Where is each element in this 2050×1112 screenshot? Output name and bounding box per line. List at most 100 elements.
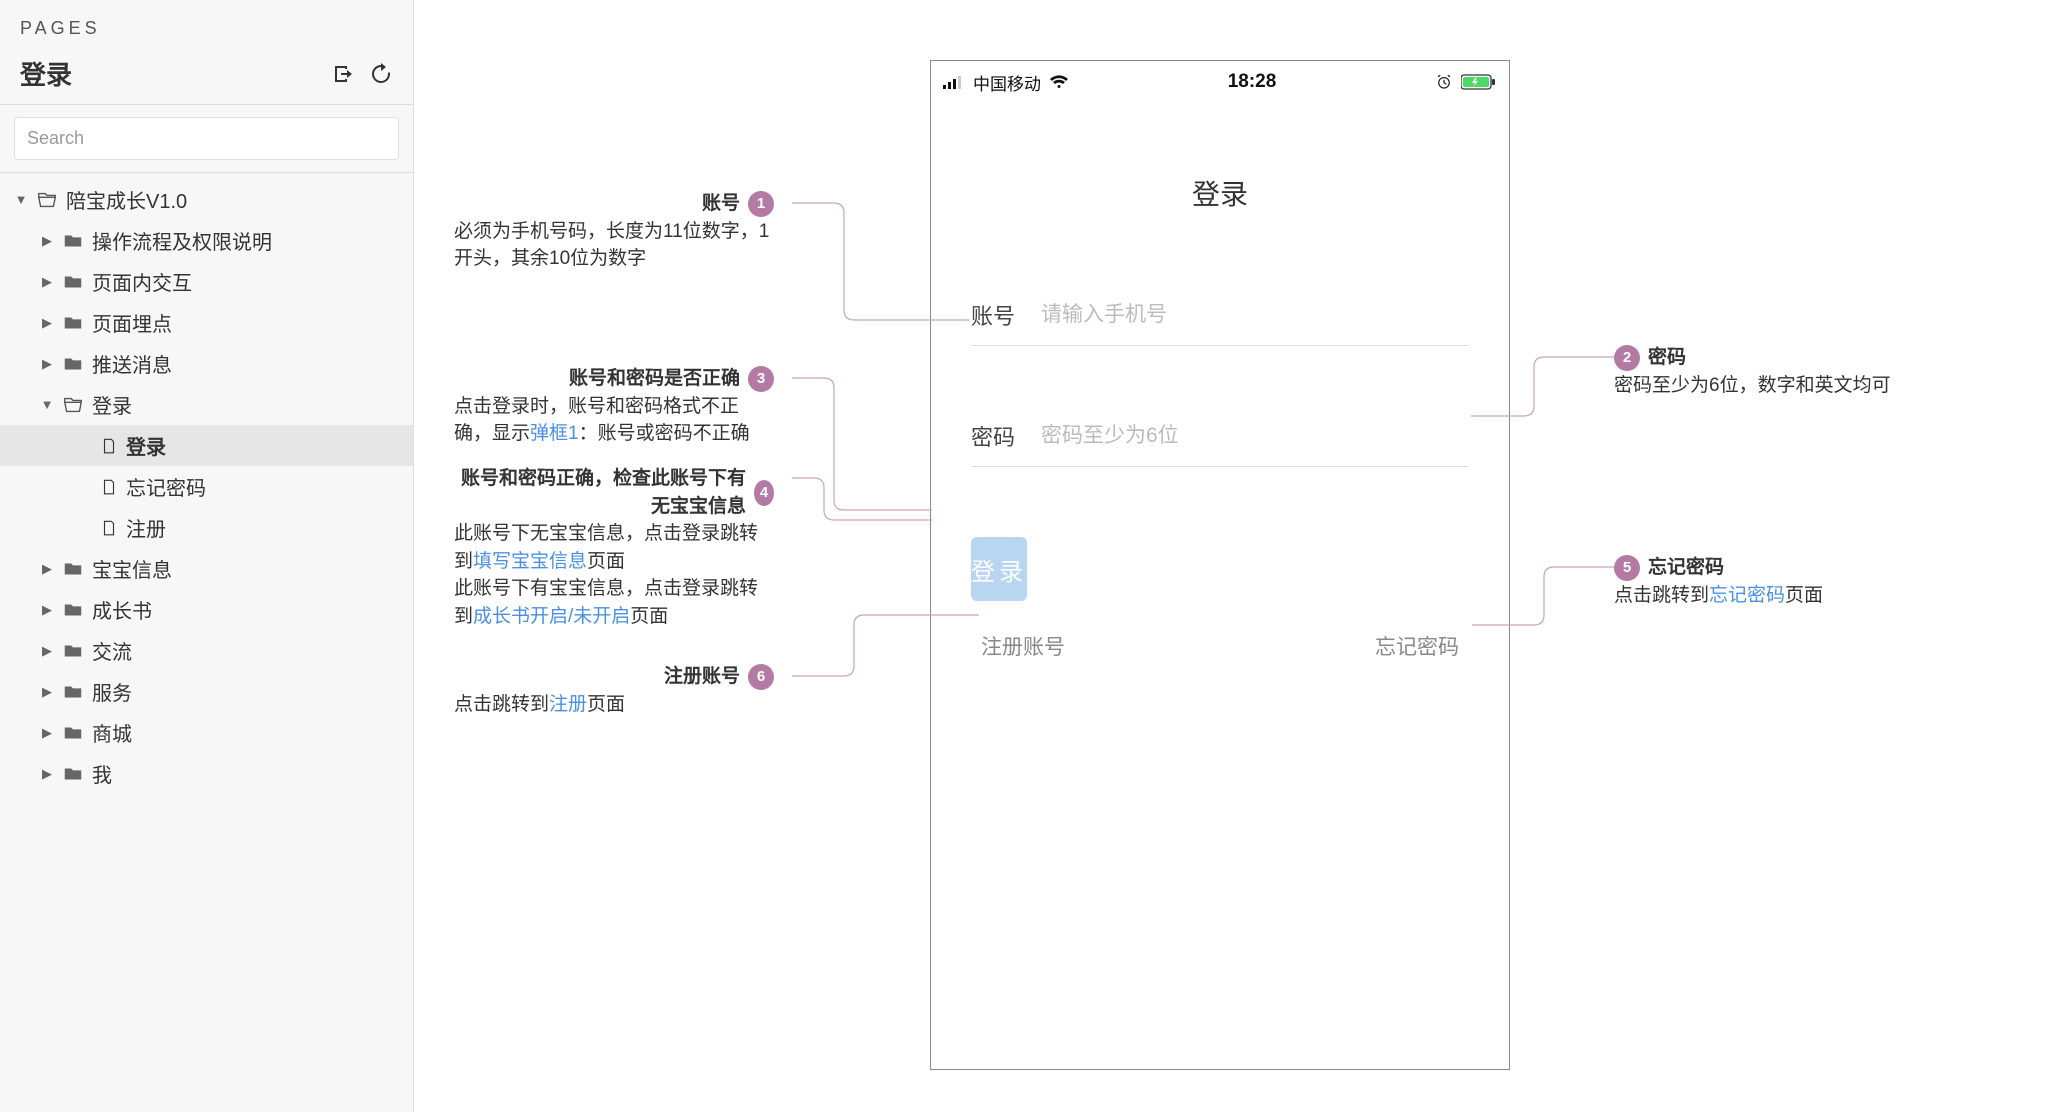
chevron-right-icon[interactable] bbox=[40, 643, 54, 659]
annotation-badge: 3 bbox=[748, 366, 774, 392]
annotation-badge: 2 bbox=[1614, 345, 1640, 371]
annotation-title: 账号和密码正确，检查此账号下有无宝宝信息 bbox=[454, 465, 746, 520]
tree-item[interactable]: 操作流程及权限说明 bbox=[0, 220, 413, 261]
tree-label: 推送消息 bbox=[92, 349, 172, 378]
annotation-link[interactable]: 忘记密码 bbox=[1709, 585, 1785, 606]
export-icon[interactable] bbox=[331, 62, 355, 86]
folder-icon bbox=[62, 558, 84, 580]
folder-open-icon bbox=[62, 394, 84, 416]
tree-label: 登录 bbox=[126, 431, 166, 460]
tree-item-register-page[interactable]: 注册 bbox=[0, 507, 413, 548]
tree-label: 商城 bbox=[92, 718, 132, 747]
annotation-body: 必须为手机号码，长度为11位数字，1开头，其余10位为数字 bbox=[454, 218, 774, 273]
password-label: 密码 bbox=[971, 420, 1041, 452]
chevron-right-icon[interactable] bbox=[40, 684, 54, 700]
annotation-1: 账号 1 必须为手机号码，长度为11位数字，1开头，其余10位为数字 bbox=[454, 190, 774, 273]
chevron-right-icon[interactable] bbox=[40, 561, 54, 577]
chevron-right-icon[interactable] bbox=[40, 315, 54, 331]
tree-item[interactable]: 我 bbox=[0, 753, 413, 794]
annotation-4: 账号和密码正确，检查此账号下有无宝宝信息 4 此账号下无宝宝信息，点击登录跳转到… bbox=[454, 465, 774, 630]
alarm-icon bbox=[1435, 73, 1453, 91]
folder-icon bbox=[62, 722, 84, 744]
annotation-badge: 6 bbox=[748, 664, 774, 690]
annotation-link[interactable]: 注册 bbox=[549, 694, 587, 715]
chevron-down-icon[interactable] bbox=[40, 397, 54, 412]
tree-item-login-page[interactable]: 登录 bbox=[0, 425, 413, 466]
chevron-down-icon[interactable] bbox=[14, 192, 28, 207]
register-link[interactable]: 注册账号 bbox=[981, 631, 1065, 661]
tree-item[interactable]: 服务 bbox=[0, 671, 413, 712]
password-input[interactable] bbox=[1041, 424, 1469, 448]
chevron-right-icon[interactable] bbox=[40, 602, 54, 618]
tree-label: 我 bbox=[92, 759, 112, 788]
tree-label: 陪宝成长V1.0 bbox=[66, 185, 187, 214]
password-field: 密码 bbox=[971, 406, 1469, 467]
annotation-link[interactable]: 成长书开启/未开启 bbox=[473, 606, 630, 627]
folder-open-icon bbox=[36, 189, 58, 211]
phone-frame: 中国移动 18:28 登录 账号 密码 登录 bbox=[930, 60, 1510, 1070]
tree-label: 忘记密码 bbox=[126, 472, 206, 501]
tree-item[interactable]: 商城 bbox=[0, 712, 413, 753]
tree-root[interactable]: 陪宝成长V1.0 bbox=[0, 179, 413, 220]
annotation-title: 密码 bbox=[1648, 344, 1686, 372]
annotation-link[interactable]: 弹框1 bbox=[530, 423, 579, 444]
chevron-right-icon[interactable] bbox=[40, 725, 54, 741]
folder-icon bbox=[62, 640, 84, 662]
tree-label: 成长书 bbox=[92, 595, 152, 624]
tree-label: 登录 bbox=[92, 390, 132, 419]
login-title: 登录 bbox=[931, 173, 1509, 213]
annotation-title: 账号 bbox=[702, 190, 740, 218]
page-icon bbox=[100, 478, 118, 496]
annotation-body: 点击跳转到注册页面 bbox=[454, 691, 774, 719]
tree-item[interactable]: 页面内交互 bbox=[0, 261, 413, 302]
tree-label: 服务 bbox=[92, 677, 132, 706]
forgot-link[interactable]: 忘记密码 bbox=[1375, 631, 1459, 661]
annotation-6: 注册账号 6 点击跳转到注册页面 bbox=[454, 663, 774, 718]
status-time: 18:28 bbox=[1228, 71, 1277, 93]
chevron-right-icon[interactable] bbox=[40, 274, 54, 290]
tree-label: 页面埋点 bbox=[92, 308, 172, 337]
annotation-title: 注册账号 bbox=[664, 663, 740, 691]
account-field: 账号 bbox=[971, 285, 1469, 346]
folder-icon bbox=[62, 353, 84, 375]
page-tree: 陪宝成长V1.0 操作流程及权限说明 页面内交互 页面埋点 推送消息 登录 bbox=[0, 173, 413, 814]
tree-item[interactable]: 成长书 bbox=[0, 589, 413, 630]
annotation-body: 密码至少为6位，数字和英文均可 bbox=[1614, 372, 1914, 400]
folder-icon bbox=[62, 230, 84, 252]
annotation-body: 此账号下无宝宝信息，点击登录跳转到填写宝宝信息页面 此账号下有宝宝信息，点击登录… bbox=[454, 520, 774, 630]
carrier-label: 中国移动 bbox=[973, 70, 1041, 95]
annotation-body: 点击登录时，账号和密码格式不正确，显示弹框1：账号或密码不正确 bbox=[454, 393, 774, 448]
tree-label: 交流 bbox=[92, 636, 132, 665]
pages-label: PAGES bbox=[20, 18, 393, 39]
tree-item-login-folder[interactable]: 登录 bbox=[0, 384, 413, 425]
annotation-5: 5 忘记密码 点击跳转到忘记密码页面 bbox=[1614, 554, 1914, 609]
page-icon bbox=[100, 437, 118, 455]
chevron-right-icon[interactable] bbox=[40, 356, 54, 372]
battery-icon bbox=[1461, 74, 1497, 90]
chevron-right-icon[interactable] bbox=[40, 233, 54, 249]
signal-icon bbox=[943, 75, 965, 89]
tree-item[interactable]: 页面埋点 bbox=[0, 302, 413, 343]
tree-label: 页面内交互 bbox=[92, 267, 192, 296]
account-input[interactable] bbox=[1041, 303, 1469, 327]
wifi-icon bbox=[1049, 75, 1069, 89]
folder-icon bbox=[62, 681, 84, 703]
annotation-body: 点击跳转到忘记密码页面 bbox=[1614, 582, 1914, 610]
annotation-title: 忘记密码 bbox=[1648, 554, 1724, 582]
chevron-right-icon[interactable] bbox=[40, 766, 54, 782]
tree-item[interactable]: 推送消息 bbox=[0, 343, 413, 384]
tree-item-forgot-page[interactable]: 忘记密码 bbox=[0, 466, 413, 507]
tree-label: 注册 bbox=[126, 513, 166, 542]
page-icon bbox=[100, 519, 118, 537]
annotation-link[interactable]: 填写宝宝信息 bbox=[473, 551, 587, 572]
tree-item[interactable]: 交流 bbox=[0, 630, 413, 671]
annotation-title: 账号和密码是否正确 bbox=[569, 365, 740, 393]
tree-item[interactable]: 宝宝信息 bbox=[0, 548, 413, 589]
search-input[interactable] bbox=[14, 117, 399, 160]
folder-icon bbox=[62, 763, 84, 785]
tree-label: 操作流程及权限说明 bbox=[92, 226, 272, 255]
refresh-icon[interactable] bbox=[369, 62, 393, 86]
annotation-badge: 1 bbox=[748, 191, 774, 217]
login-button[interactable]: 登录 bbox=[971, 537, 1027, 601]
canvas[interactable]: 中国移动 18:28 登录 账号 密码 登录 bbox=[414, 0, 2050, 1112]
